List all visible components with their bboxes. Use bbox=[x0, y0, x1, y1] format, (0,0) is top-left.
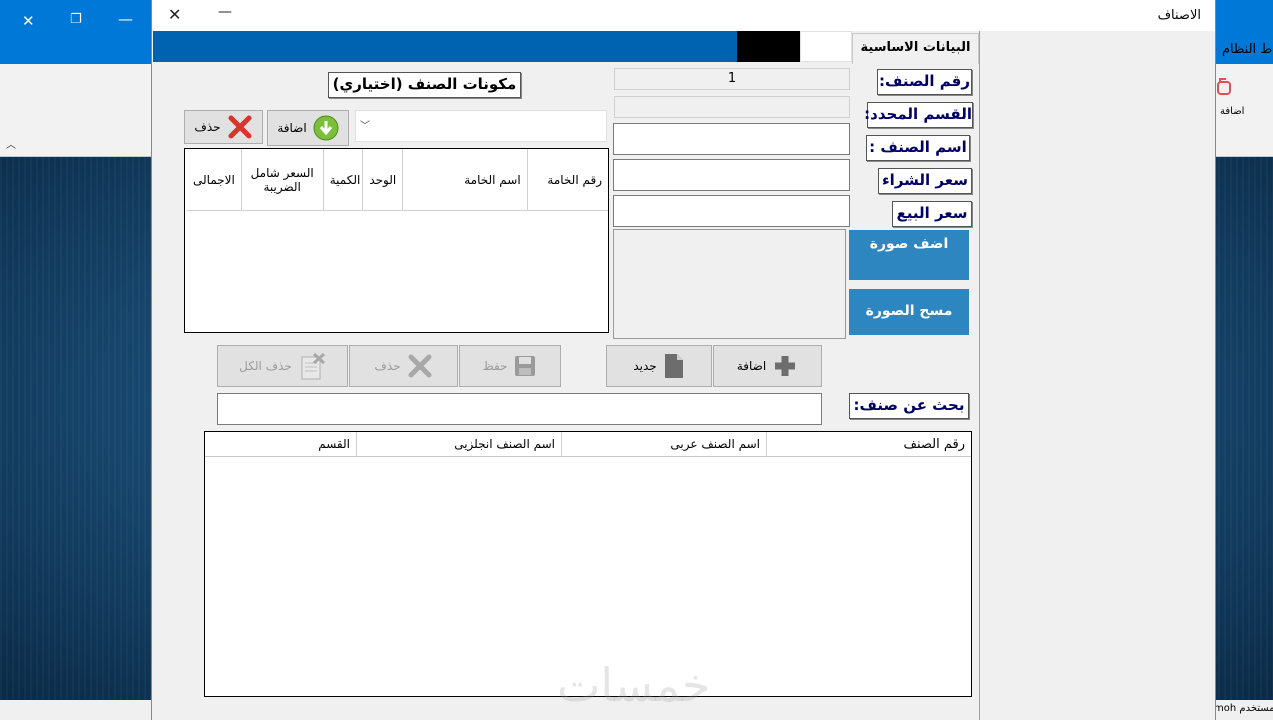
items-table-header: رقم الصنف اسم الصنف عربى اسم الصنف انجلز… bbox=[205, 432, 971, 457]
col-section[interactable]: القسم bbox=[205, 432, 357, 457]
clear-document-icon bbox=[301, 352, 325, 380]
dialog-title: الاصناف bbox=[1157, 8, 1201, 23]
ribbon-add-icon[interactable] bbox=[1214, 76, 1234, 96]
items-table[interactable]: رقم الصنف اسم الصنف عربى اسم الصنف انجلز… bbox=[204, 431, 972, 712]
background-restore-icon[interactable]: ❐ bbox=[70, 12, 82, 27]
tab-blank[interactable] bbox=[800, 31, 852, 62]
background-close-icon[interactable]: ✕ bbox=[22, 12, 35, 30]
new-label: جديد bbox=[633, 359, 657, 373]
item-name-label: اسم الصنف : bbox=[866, 135, 970, 161]
ribbon-collapse-icon[interactable]: ︿ bbox=[6, 136, 16, 151]
dialog-close-icon[interactable]: ✕ bbox=[168, 5, 181, 24]
save-disk-icon bbox=[515, 356, 536, 376]
section-field[interactable] bbox=[614, 96, 850, 118]
col-item-name-en[interactable]: اسم الصنف انجلزيى bbox=[356, 432, 562, 457]
add-button[interactable]: اضافة bbox=[713, 345, 822, 387]
status-user: المستخدم moh bbox=[1214, 703, 1273, 714]
col-item-no[interactable]: رقم الصنف bbox=[766, 432, 971, 457]
save-button[interactable]: حفظ bbox=[459, 345, 561, 387]
items-dialog: ✕ — الاصناف البيانات الاساسية رقم الصنف:… bbox=[151, 0, 1216, 720]
right-panel-divider bbox=[979, 31, 980, 720]
item-number-field[interactable]: 1 bbox=[614, 68, 850, 90]
delete-x-icon-disabled bbox=[408, 354, 432, 378]
purchase-price-label: سعر الشراء bbox=[878, 168, 972, 194]
components-table-header: رقم الخامة اسم الخامة الوحد الكمية السعر… bbox=[187, 149, 608, 211]
tab-basic-data[interactable]: البيانات الاساسية bbox=[852, 33, 979, 64]
chevron-down-icon[interactable]: ﹀ bbox=[360, 117, 370, 132]
plus-icon bbox=[775, 356, 796, 376]
delete-all-label: حذف الكل bbox=[239, 359, 292, 373]
new-document-icon bbox=[664, 354, 683, 378]
item-number-label: رقم الصنف: bbox=[877, 69, 972, 95]
arrow-down-circle-icon bbox=[313, 115, 339, 141]
section-label: القسم المحدد: bbox=[864, 102, 973, 128]
search-input[interactable] bbox=[217, 393, 822, 425]
col-price-incl-tax[interactable]: السعر شامل الضريبة bbox=[240, 149, 324, 211]
col-unit[interactable]: الوحد bbox=[362, 149, 404, 211]
component-delete-label: حذف bbox=[194, 120, 221, 134]
component-add-button[interactable]: اضافة bbox=[267, 110, 349, 146]
header-blue-strip bbox=[153, 31, 737, 62]
material-select[interactable]: ﹀ bbox=[355, 110, 607, 142]
search-label: بحث عن صنف: bbox=[849, 393, 969, 419]
add-label: اضافة bbox=[736, 359, 767, 373]
col-quantity[interactable]: الكمية bbox=[322, 149, 364, 211]
clear-image-button[interactable]: مسح الصورة bbox=[849, 289, 969, 335]
watermark-logo: خمسات bbox=[557, 658, 711, 712]
col-material-name[interactable]: اسم الخامة bbox=[402, 149, 528, 211]
new-button[interactable]: جديد bbox=[606, 345, 712, 387]
background-minimize-icon[interactable]: — bbox=[118, 10, 133, 28]
ribbon-tab-system[interactable]: ط النظام bbox=[1222, 42, 1272, 57]
delete-label: حذف bbox=[374, 359, 401, 373]
delete-x-icon bbox=[228, 115, 252, 139]
ribbon-add-label: اضافة bbox=[1220, 106, 1245, 117]
col-total[interactable]: الاجمالى bbox=[187, 149, 242, 211]
delete-button[interactable]: حذف bbox=[349, 345, 458, 387]
dialog-minimize-icon[interactable]: — bbox=[218, 4, 232, 20]
components-title: مكونات الصنف (اختياري) bbox=[328, 72, 521, 98]
component-add-label: اضافة bbox=[277, 121, 307, 135]
add-image-button[interactable]: اضف صورة bbox=[849, 230, 969, 280]
col-material-no[interactable]: رقم الخامة bbox=[526, 149, 608, 211]
dialog-titlebar: ✕ — الاصناف bbox=[152, 0, 1215, 31]
sale-price-input[interactable] bbox=[613, 195, 850, 227]
sale-price-label: سعر البيع bbox=[892, 201, 972, 227]
header-black-strip bbox=[737, 31, 800, 62]
component-delete-button[interactable]: حذف bbox=[184, 110, 263, 144]
purchase-price-input[interactable] bbox=[613, 159, 850, 191]
col-item-name-ar[interactable]: اسم الصنف عربى bbox=[561, 432, 767, 457]
components-table[interactable]: رقم الخامة اسم الخامة الوحد الكمية السعر… bbox=[184, 148, 609, 333]
item-name-input[interactable] bbox=[613, 123, 850, 155]
image-preview bbox=[613, 229, 846, 339]
save-label: حفظ bbox=[482, 359, 508, 373]
delete-all-button[interactable]: حذف الكل bbox=[217, 345, 348, 387]
